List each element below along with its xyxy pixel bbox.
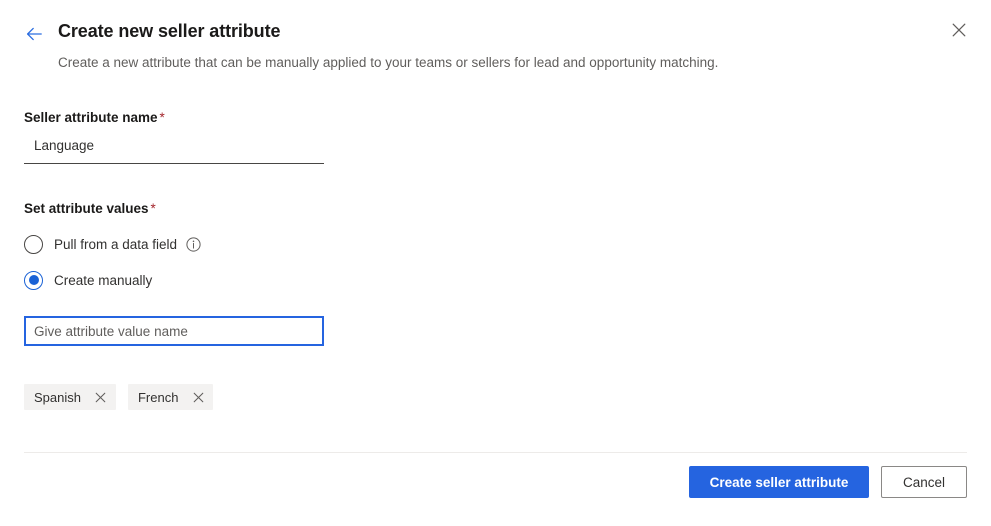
set-attribute-values-label: Set attribute values* (24, 201, 156, 216)
back-button[interactable] (20, 20, 48, 48)
set-attribute-values-label-text: Set attribute values (24, 201, 149, 216)
chip-remove-button[interactable] (190, 389, 206, 405)
required-marker: * (151, 201, 156, 216)
close-icon (951, 22, 967, 38)
create-seller-attribute-button[interactable]: Create seller attribute (689, 466, 869, 498)
chip-label: French (138, 390, 178, 405)
footer-actions: Create seller attribute Cancel (689, 466, 967, 498)
panel-body: Seller attribute name* Set attribute val… (0, 92, 991, 452)
radio-pull-from-data-field[interactable]: Pull from a data field (24, 233, 201, 255)
info-icon[interactable] (186, 237, 201, 252)
seller-attribute-name-input[interactable] (24, 132, 324, 164)
radio-label: Create manually (54, 273, 152, 288)
page-subtitle: Create a new attribute that can be manua… (58, 55, 718, 70)
chip[interactable]: French (128, 384, 213, 410)
chip-remove-button[interactable] (93, 389, 109, 405)
chip-label: Spanish (34, 390, 81, 405)
panel-header: Create new seller attribute Create a new… (0, 0, 991, 92)
seller-attribute-name-label: Seller attribute name* (24, 110, 165, 125)
seller-attribute-name-label-text: Seller attribute name (24, 110, 158, 125)
radio-label: Pull from a data field (54, 237, 177, 252)
page-title: Create new seller attribute (58, 21, 280, 42)
footer-divider (24, 452, 967, 453)
attribute-value-chips: Spanish French (24, 384, 213, 410)
required-marker: * (160, 110, 165, 125)
arrow-left-icon (24, 24, 44, 44)
attribute-value-input[interactable] (24, 316, 324, 346)
radio-mark (24, 271, 43, 290)
radio-mark (24, 235, 43, 254)
cancel-button[interactable]: Cancel (881, 466, 967, 498)
panel-footer: Create seller attribute Cancel (0, 452, 991, 526)
close-panel-button[interactable] (941, 12, 977, 48)
radio-create-manually[interactable]: Create manually (24, 269, 152, 291)
chip[interactable]: Spanish (24, 384, 116, 410)
